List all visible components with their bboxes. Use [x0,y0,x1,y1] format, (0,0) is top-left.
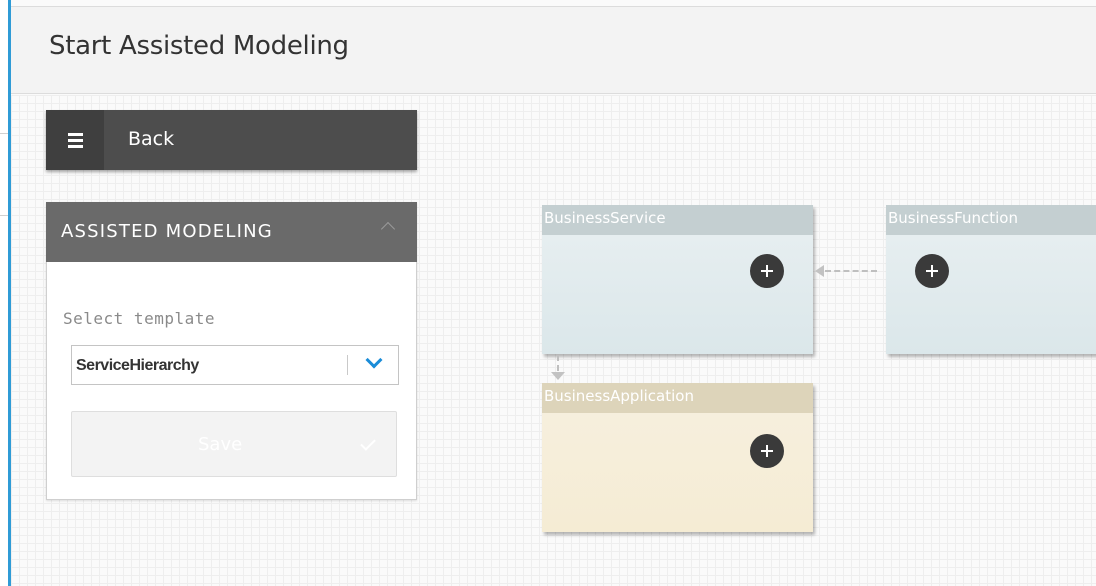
node-header: BusinessService [542,205,813,235]
page-header: Start Assisted Modeling [11,7,1096,94]
node-business-application[interactable]: BusinessApplication [542,383,813,532]
node-header: BusinessFunction [886,205,1096,235]
assisted-modeling-title: ASSISTED MODELING [61,221,273,242]
select-template-label: Select template [63,309,215,328]
left-edge-strip [0,0,8,586]
node-body [886,235,1096,354]
connector-line [557,355,559,371]
chevron-down-icon[interactable] [365,351,383,369]
hamburger-menu-icon[interactable] [46,110,104,170]
plus-circle-icon[interactable] [915,254,949,288]
save-button[interactable]: Save [71,411,397,477]
page-title: Start Assisted Modeling [49,31,349,61]
back-bar[interactable]: Back [46,110,417,170]
assisted-modeling-header[interactable]: ASSISTED MODELING [46,202,417,262]
plus-circle-icon[interactable] [750,254,784,288]
node-body [542,413,813,532]
arrow-left-icon [815,265,824,277]
arrow-down-icon [551,372,565,380]
save-button-label: Save [198,434,243,455]
assisted-modeling-panel: ASSISTED MODELING Select template Servic… [46,202,417,500]
node-body [542,235,813,354]
node-header: BusinessApplication [542,383,813,413]
connector-line [825,270,877,272]
select-separator [347,355,348,375]
checkmark-icon [360,435,376,451]
template-select-value: ServiceHierarchy [76,357,199,374]
back-button-label[interactable]: Back [128,128,174,150]
divider [0,133,8,134]
chevron-up-icon[interactable] [380,221,396,237]
plus-circle-icon[interactable] [750,434,784,468]
divider [0,215,8,216]
template-select[interactable]: ServiceHierarchy [71,345,399,385]
node-business-function[interactable]: BusinessFunction [886,205,1096,354]
node-business-service[interactable]: BusinessService [542,205,813,354]
